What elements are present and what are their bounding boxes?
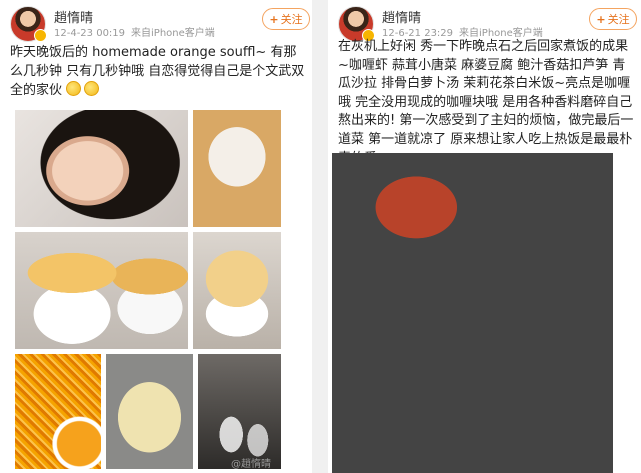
post-text-body: 昨天晚饭后的 homemade orange souffl~ 有那么几秒钟 只有… <box>10 45 305 98</box>
plus-icon: + <box>269 12 279 26</box>
smiley-emoji-icon <box>84 81 100 96</box>
post-separator <box>312 0 328 473</box>
souffle-top-view-photo[interactable] <box>193 110 281 227</box>
post-text: 在灰机上好闲 秀一下昨晚点石之后回家煮饭的成果~咖喱虾 蒜茸小唐菜 麻婆豆腐 鲍… <box>338 39 634 166</box>
weibo-post-right: 趙惰晴 12-6-21 23:29 来自iPhone客户端 + 关注 在灰机上好闲 … <box>328 0 641 473</box>
post-meta: 12-4-23 00:19 来自iPhone客户端 <box>54 24 221 39</box>
post-meta: 12-6-21 23:29 来自iPhone客户端 <box>382 24 549 39</box>
vip-badge-icon <box>34 29 47 42</box>
woman-smiling-photo[interactable] <box>15 110 188 227</box>
two-souffles-photo[interactable] <box>15 232 188 349</box>
follow-button[interactable]: + 关注 <box>589 8 637 30</box>
follow-label: 关注 <box>607 13 630 26</box>
glasses-photo[interactable] <box>198 354 281 469</box>
orange-zest-photo[interactable] <box>15 354 101 469</box>
plus-icon: + <box>596 12 606 26</box>
follow-button[interactable]: + 关注 <box>262 8 310 30</box>
follow-label: 关注 <box>280 13 303 26</box>
single-souffle-photo[interactable] <box>193 232 281 349</box>
weibo-watermark: @趙惰晴 <box>231 459 271 470</box>
post-source: 来自iPhone客户端 <box>131 28 215 39</box>
post-date: 12-4-23 00:19 <box>54 28 126 39</box>
post-text: 昨天晚饭后的 homemade orange souffl~ 有那么几秒钟 只有… <box>10 43 306 100</box>
weibo-post-left: 趙惰晴 12-4-23 00:19 来自iPhone客户端 + 关注 昨天晚饭后的 … <box>0 0 312 473</box>
smiley-emoji-icon <box>66 81 82 96</box>
batter-pot-photo[interactable] <box>106 354 193 469</box>
dinner-table-photo[interactable] <box>332 153 613 473</box>
